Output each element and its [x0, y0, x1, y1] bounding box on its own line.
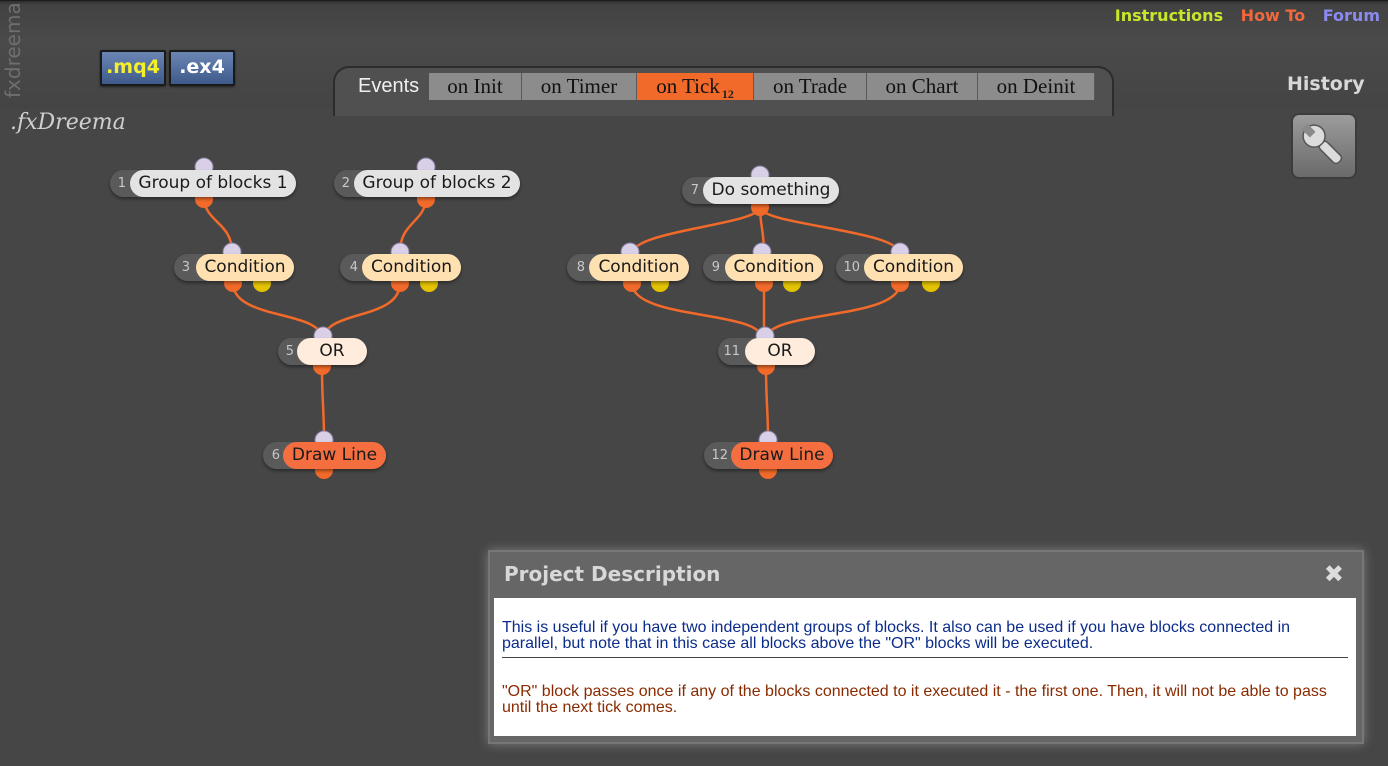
block-number: 12	[711, 448, 728, 463]
block-11[interactable]: 11 OR	[718, 338, 815, 365]
block-number: 8	[576, 260, 585, 275]
top-links: Instructions How To Forum	[1103, 6, 1380, 25]
block-number: 10	[843, 260, 860, 275]
block-5[interactable]: 5 OR	[278, 338, 367, 365]
block-number: 2	[341, 176, 350, 191]
brand-logo: .fxDreema	[10, 110, 126, 135]
forum-link[interactable]: Forum	[1323, 6, 1380, 25]
block-12[interactable]: 12 Draw Line	[704, 442, 833, 469]
block-8[interactable]: 8 Condition	[567, 254, 689, 281]
block-7[interactable]: 7 Do something	[682, 177, 839, 204]
block-6[interactable]: 6 Draw Line	[263, 442, 386, 469]
dialog-title: Project Description	[504, 562, 721, 586]
tab-on-chart[interactable]: on Chart	[867, 73, 978, 100]
block-label: Group of blocks 2	[354, 170, 520, 197]
block-2[interactable]: 2 Group of blocks 2	[334, 170, 520, 197]
description-paragraph-1: This is useful if you have two independe…	[502, 619, 1291, 652]
project-description-dialog: Project Description ✖ This is useful if …	[488, 550, 1364, 744]
description-paragraph-2: "OR" block passes once if any of the blo…	[502, 683, 1327, 716]
tab-label: on Init	[447, 74, 503, 98]
tab-label: on Tick	[656, 74, 720, 98]
tab-on-deinit[interactable]: on Deinit	[978, 73, 1095, 100]
block-label: Condition	[362, 254, 461, 281]
tab-label: on Timer	[540, 74, 618, 98]
block-label: Draw Line	[731, 442, 833, 469]
block-number: 1	[117, 176, 126, 191]
block-number: 3	[181, 260, 190, 275]
tab-label: on Deinit	[996, 74, 1076, 98]
block-label: OR	[745, 338, 815, 365]
tab-label: on Chart	[885, 74, 959, 98]
tools-button[interactable]	[1291, 113, 1357, 179]
block-label: Group of blocks 1	[130, 170, 296, 197]
dialog-body: This is useful if you have two independe…	[494, 598, 1356, 736]
block-3[interactable]: 3 Condition	[174, 254, 294, 281]
block-label: Condition	[196, 254, 294, 281]
block-number: 5	[285, 344, 294, 359]
tab-on-trade[interactable]: on Trade	[754, 73, 867, 100]
how-to-link[interactable]: How To	[1241, 6, 1306, 25]
block-label: Condition	[864, 254, 963, 281]
tab-badge: 12	[721, 87, 734, 102]
block-number: 9	[711, 260, 720, 275]
instructions-link[interactable]: Instructions	[1115, 6, 1223, 25]
tab-on-tick[interactable]: on Tick 12	[637, 73, 754, 102]
block-10[interactable]: 10 Condition	[836, 254, 963, 281]
divider	[502, 657, 1348, 658]
block-1[interactable]: 1 Group of blocks 1	[110, 170, 296, 197]
tab-label: on Trade	[772, 74, 848, 98]
block-label: Condition	[589, 254, 689, 281]
close-icon[interactable]: ✖	[1324, 560, 1344, 588]
block-number: 11	[723, 344, 740, 359]
block-label: Draw Line	[283, 442, 386, 469]
block-9[interactable]: 9 Condition	[703, 254, 823, 281]
history-link[interactable]: History	[1287, 73, 1365, 95]
wrench-icon	[1301, 123, 1343, 165]
block-label: Do something	[703, 177, 839, 204]
mq4-button[interactable]: .mq4	[100, 50, 166, 86]
block-number: 6	[271, 448, 280, 463]
block-4[interactable]: 4 Condition	[340, 254, 461, 281]
tab-on-timer[interactable]: on Timer	[522, 73, 637, 100]
block-number: 7	[690, 183, 699, 198]
ex4-button[interactable]: .ex4	[169, 50, 235, 86]
events-label: Events	[358, 75, 420, 97]
block-number: 4	[349, 260, 358, 275]
tab-on-init[interactable]: on Init	[429, 73, 522, 100]
vertical-logo: fxdreema	[1, 2, 25, 98]
block-label: OR	[297, 338, 367, 365]
block-label: Condition	[725, 254, 823, 281]
